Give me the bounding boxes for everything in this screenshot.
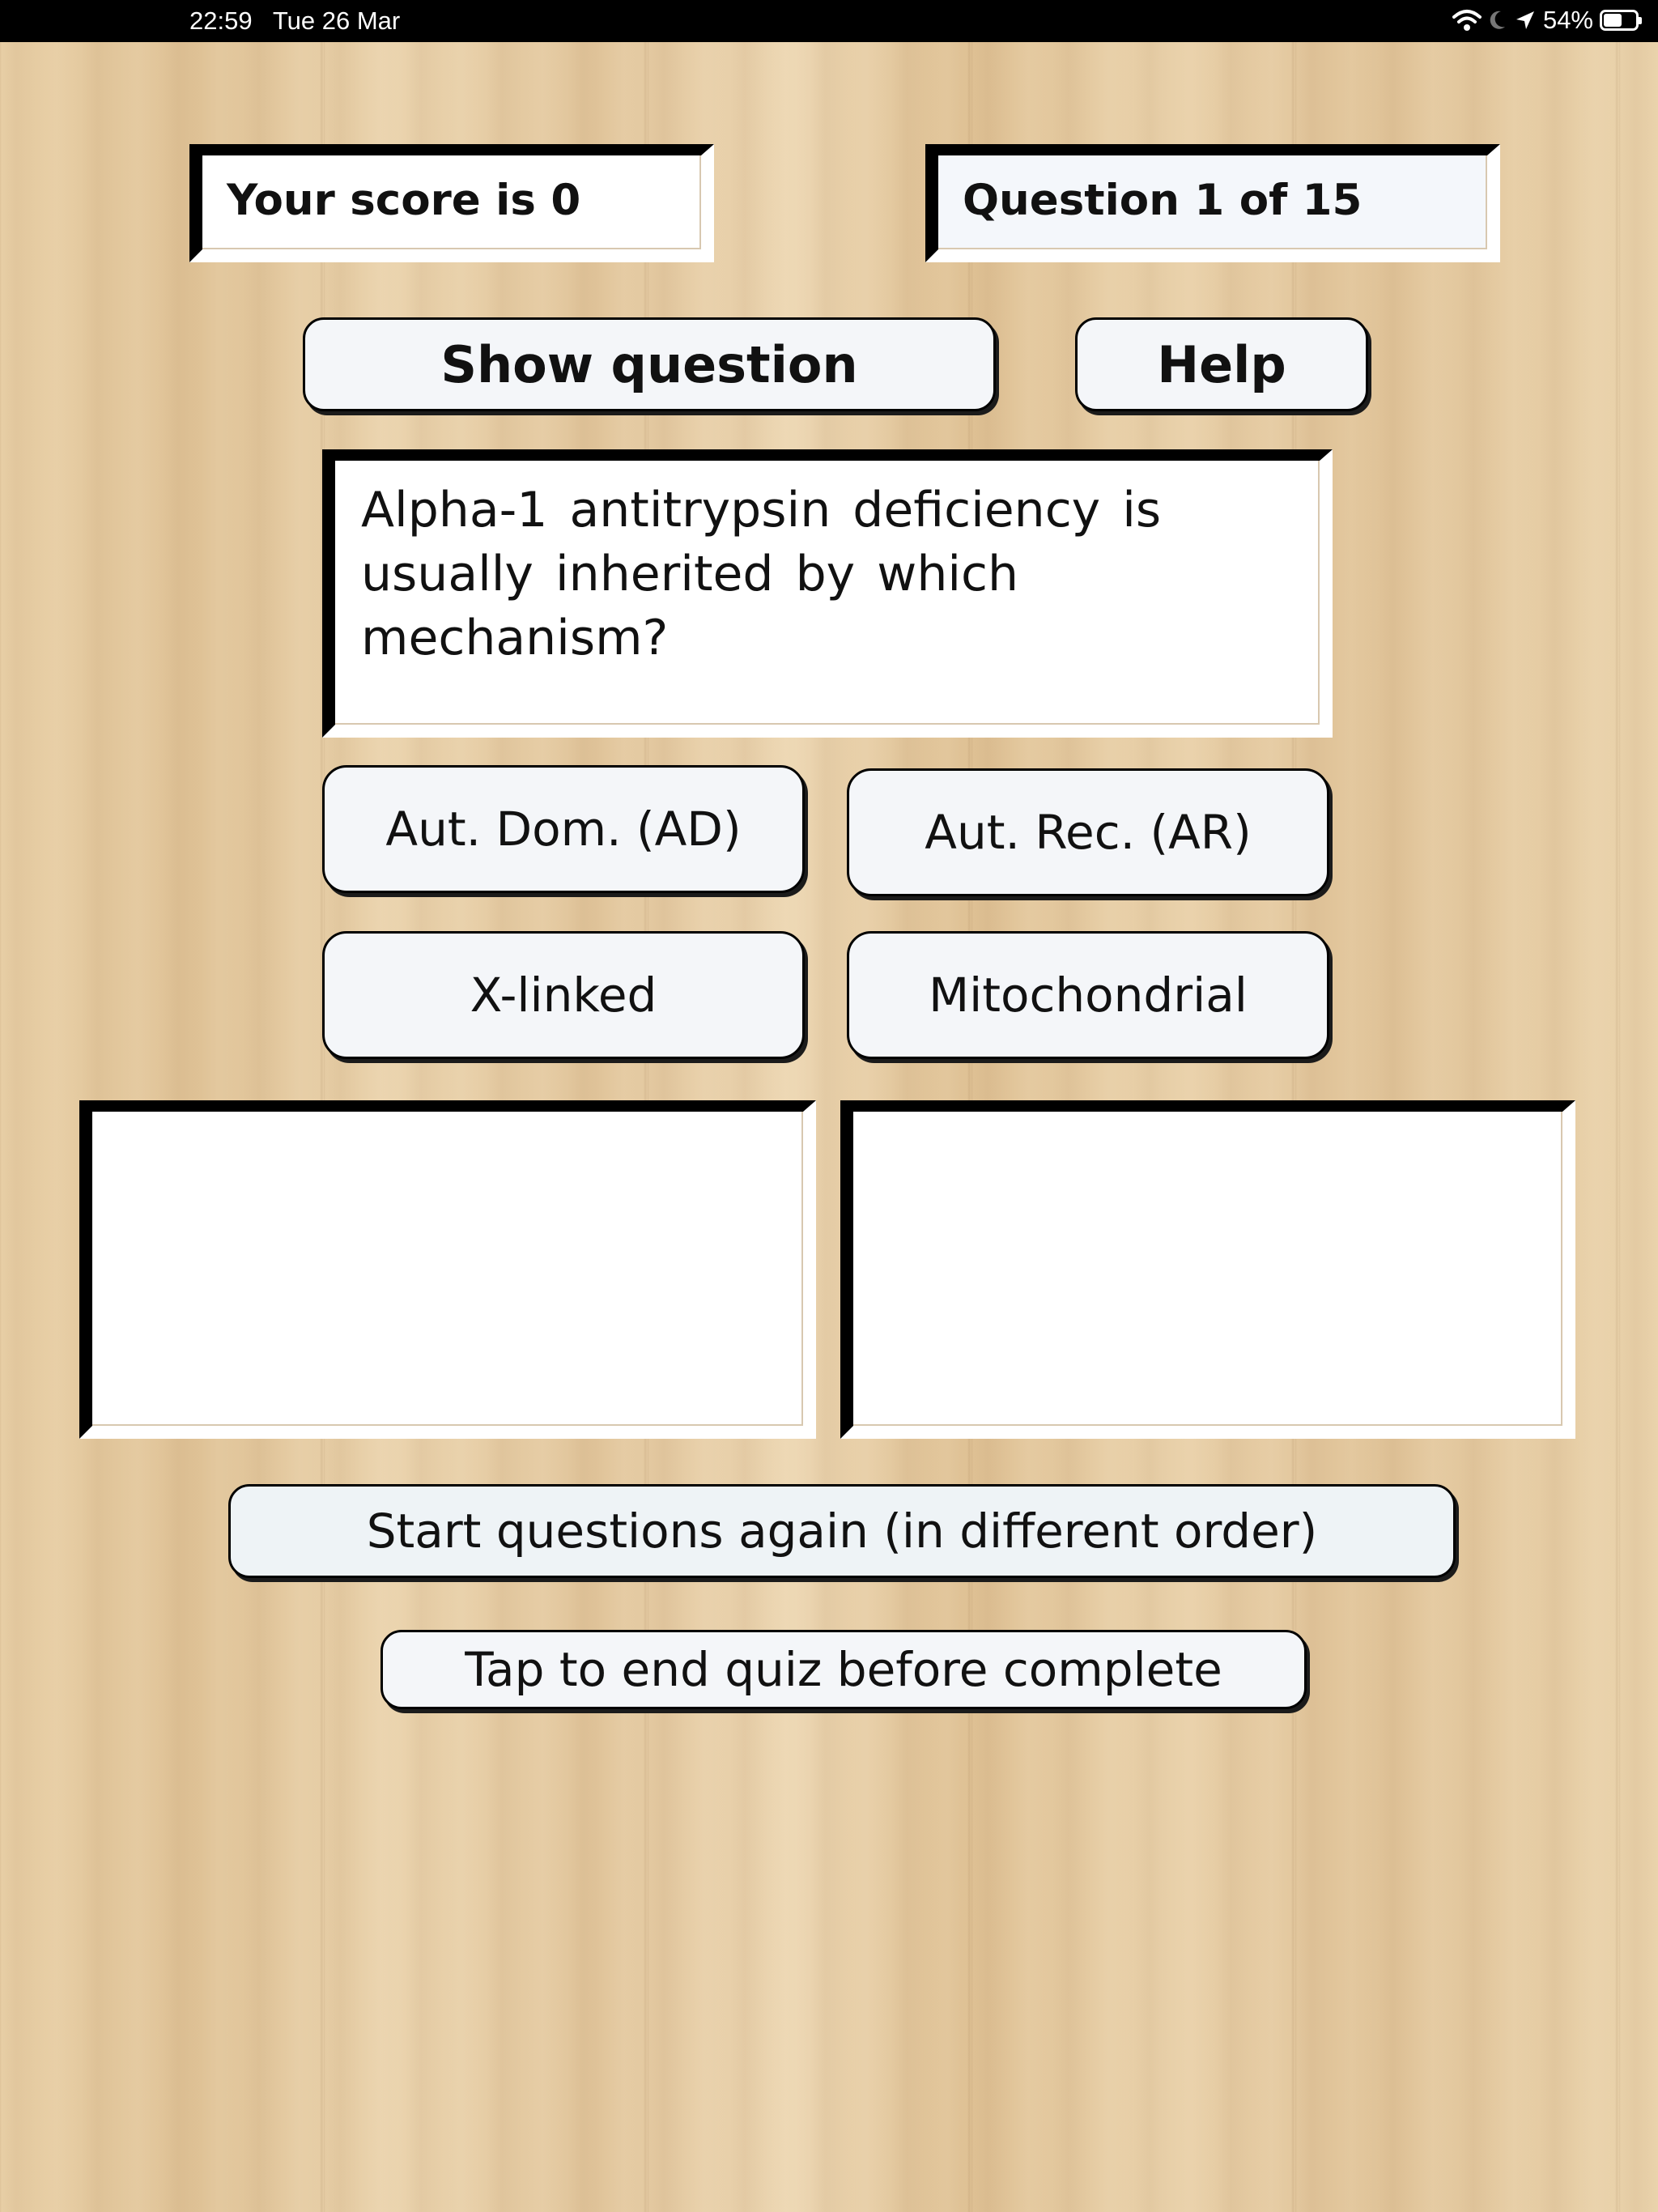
question-text: Alpha-1 antitrypsin deficiency is usuall… (361, 482, 1162, 666)
battery-icon (1600, 10, 1642, 31)
score-display: Your score is 0 (189, 144, 714, 262)
status-time-date: 22:59 Tue 26 Mar (189, 6, 400, 36)
help-button[interactable]: Help (1075, 317, 1368, 411)
status-date: Tue 26 Mar (272, 6, 401, 35)
end-quiz-button[interactable]: Tap to end quiz before complete (380, 1630, 1307, 1709)
status-right-group: 54% (1452, 6, 1642, 35)
answer-button-ad[interactable]: Aut. Dom. (AD) (322, 765, 805, 893)
score-text: Your score is 0 (227, 176, 581, 225)
status-time: 22:59 (189, 6, 253, 35)
question-display: Alpha-1 antitrypsin deficiency is usuall… (322, 449, 1333, 738)
answer-button-ar[interactable]: Aut. Rec. (AR) (847, 768, 1329, 896)
feedback-box-right (840, 1100, 1575, 1439)
question-counter-text: Question 1 of 15 (963, 176, 1363, 225)
battery-percent: 54% (1542, 6, 1593, 34)
answer-button-x-linked[interactable]: X-linked (322, 931, 805, 1059)
location-arrow-icon (1514, 9, 1537, 32)
feedback-box-left (79, 1100, 816, 1439)
wifi-icon (1452, 9, 1482, 32)
question-counter-display: Question 1 of 15 (925, 144, 1500, 262)
moon-icon (1488, 9, 1507, 32)
status-bar: 22:59 Tue 26 Mar 54% (0, 0, 1658, 42)
show-question-button[interactable]: Show question (303, 317, 996, 411)
restart-questions-button[interactable]: Start questions again (in different orde… (228, 1484, 1456, 1578)
answer-button-mitochondrial[interactable]: Mitochondrial (847, 931, 1329, 1059)
